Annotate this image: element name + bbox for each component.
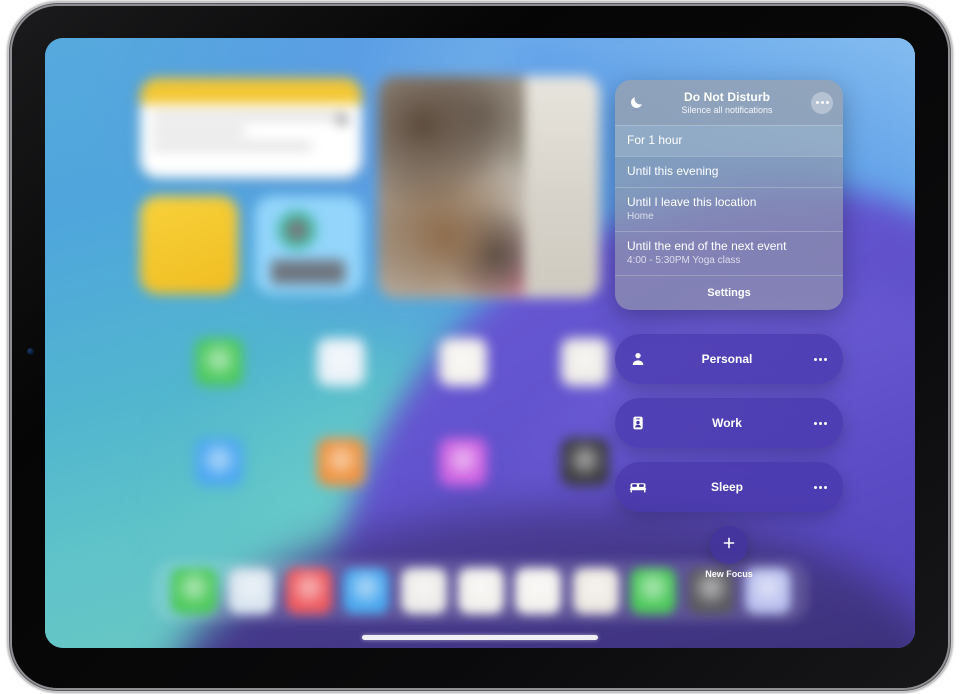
ellipsis-dot <box>813 485 817 489</box>
home-indicator[interactable] <box>362 635 598 640</box>
new-focus-button[interactable] <box>710 526 748 564</box>
dock-icon-4[interactable] <box>343 568 390 614</box>
focus-overlay: Do Not Disturb Silence all notifications… <box>615 80 843 579</box>
focus-mode-personal[interactable]: Personal <box>615 334 843 384</box>
ellipsis-dot <box>818 357 822 361</box>
focus-mode-label: Sleep <box>710 480 743 494</box>
ellipsis-dot <box>823 357 827 361</box>
bed-icon <box>627 478 649 496</box>
ellipsis-dot <box>818 485 822 489</box>
ellipsis-dot <box>813 421 817 425</box>
focus-mode-list: Personal Work Sleep <box>615 334 843 512</box>
ellipsis-icon[interactable] <box>809 348 831 370</box>
dock-icon-7[interactable] <box>515 568 562 614</box>
ipad-screen: Do Not Disturb Silence all notifications… <box>45 38 915 648</box>
dnd-option-title: Until this evening <box>627 164 719 178</box>
dnd-option-title: Until the end of the next event <box>627 239 787 253</box>
dock-icon-8[interactable] <box>572 568 619 614</box>
dnd-option-title: For 1 hour <box>627 133 683 147</box>
dnd-subtitle: Silence all notifications <box>681 104 773 115</box>
dnd-option-subtitle: Home <box>627 211 654 222</box>
ellipsis-dot <box>825 101 829 104</box>
dnd-option-until-i-leave-this-location[interactable]: Until I leave this location Home <box>615 187 843 231</box>
plus-icon <box>721 535 737 556</box>
front-camera-icon <box>27 348 34 355</box>
ellipsis-dot <box>823 485 827 489</box>
dock-icon-6[interactable] <box>457 568 504 614</box>
ellipsis-dot <box>823 421 827 425</box>
dock-icon-2[interactable] <box>228 568 275 614</box>
dnd-title: Do Not Disturb <box>683 89 771 104</box>
id-badge-icon <box>627 415 649 431</box>
new-focus-block: New Focus <box>615 526 843 579</box>
dnd-option-subtitle: 4:00 - 5:30PM Yoga class <box>627 255 741 266</box>
focus-mode-label: Personal <box>701 352 753 366</box>
person-icon <box>627 351 649 367</box>
ellipsis-dot <box>818 421 822 425</box>
ellipsis-dot <box>820 101 824 104</box>
ellipsis-icon[interactable] <box>811 91 833 114</box>
dnd-option-for-1-hour[interactable]: For 1 hour <box>615 125 843 156</box>
dnd-option-until-this-evening[interactable]: Until this evening <box>615 156 843 187</box>
dnd-option-until-end-of-next-event[interactable]: Until the end of the next event 4:00 - 5… <box>615 231 843 275</box>
dnd-settings-label: Settings <box>707 287 751 299</box>
ipad-device-frame: Do Not Disturb Silence all notifications… <box>12 6 948 688</box>
ellipsis-dot <box>815 101 819 104</box>
dnd-settings-button[interactable]: Settings <box>615 275 843 310</box>
ellipsis-icon[interactable] <box>809 412 831 434</box>
dnd-header: Do Not Disturb Silence all notifications <box>615 80 843 125</box>
ellipsis-dot <box>813 357 817 361</box>
dnd-option-title: Until I leave this location <box>627 195 757 209</box>
dock-icon-3[interactable] <box>285 568 332 614</box>
focus-mode-sleep[interactable]: Sleep <box>615 462 843 512</box>
dock-icon-5[interactable] <box>400 568 447 614</box>
new-focus-label: New Focus <box>705 569 753 579</box>
do-not-disturb-panel: Do Not Disturb Silence all notifications… <box>615 80 843 310</box>
moon-icon <box>625 95 647 110</box>
ellipsis-icon[interactable] <box>809 476 831 498</box>
focus-mode-label: Work <box>712 416 742 430</box>
dock-icon-1[interactable] <box>170 568 217 614</box>
focus-mode-work[interactable]: Work <box>615 398 843 448</box>
dnd-header-text: Do Not Disturb Silence all notifications <box>647 90 811 116</box>
